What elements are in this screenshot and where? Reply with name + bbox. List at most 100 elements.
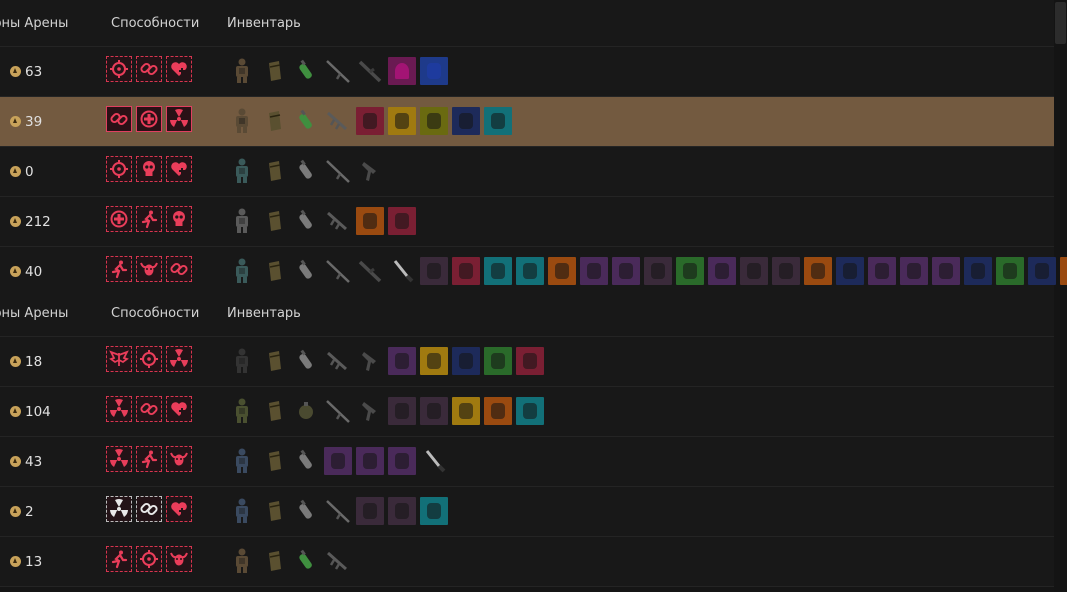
knife-icon[interactable] xyxy=(420,447,448,475)
crosshair-icon[interactable] xyxy=(106,156,132,182)
item-green-icon[interactable] xyxy=(996,257,1024,285)
item-dark-icon[interactable] xyxy=(740,257,768,285)
rifle-icon[interactable] xyxy=(324,497,352,525)
pouch-icon[interactable] xyxy=(260,57,288,85)
item-navy-icon[interactable] xyxy=(452,347,480,375)
smg-icon[interactable] xyxy=(324,107,352,135)
skull-icon[interactable] xyxy=(166,206,192,232)
player-row[interactable]: 212 xyxy=(0,197,1054,247)
item-purple-icon[interactable] xyxy=(868,257,896,285)
rifle-icon[interactable] xyxy=(324,397,352,425)
chain-icon[interactable] xyxy=(106,106,132,132)
item-navy-icon[interactable] xyxy=(452,107,480,135)
item-dark-icon[interactable] xyxy=(356,497,384,525)
armor-teal-icon[interactable] xyxy=(228,157,256,185)
rifle-icon[interactable] xyxy=(324,57,352,85)
grenade-gray-icon[interactable] xyxy=(292,257,320,285)
player-row[interactable]: 104 xyxy=(0,387,1054,437)
item-purple-icon[interactable] xyxy=(388,347,416,375)
player-row[interactable]: 13 xyxy=(0,537,1054,587)
item-magenta-icon[interactable] xyxy=(388,57,416,85)
heart-plus-icon[interactable] xyxy=(166,496,192,522)
item-red-icon[interactable] xyxy=(388,207,416,235)
smg-icon[interactable] xyxy=(324,207,352,235)
pouch-icon[interactable] xyxy=(260,447,288,475)
item-red-icon[interactable] xyxy=(452,257,480,285)
scrollbar[interactable] xyxy=(1054,0,1067,592)
pistol-icon[interactable] xyxy=(356,347,384,375)
player-row[interactable]: 18 xyxy=(0,337,1054,387)
player-row[interactable]: 2 xyxy=(0,487,1054,537)
medkit-icon[interactable] xyxy=(106,206,132,232)
header-tokens[interactable]: тоны Арены xyxy=(0,16,68,31)
item-purple-icon[interactable] xyxy=(580,257,608,285)
item-navy-icon[interactable] xyxy=(1028,257,1056,285)
heart-plus-icon[interactable] xyxy=(166,396,192,422)
bull-icon[interactable] xyxy=(166,546,192,572)
grenade-gray-icon[interactable] xyxy=(292,347,320,375)
armor-navy-icon[interactable] xyxy=(228,497,256,525)
pouch-icon[interactable] xyxy=(260,347,288,375)
pouch-icon[interactable] xyxy=(260,157,288,185)
item-orange-icon[interactable] xyxy=(548,257,576,285)
crosshair-icon[interactable] xyxy=(136,346,162,372)
shotgun-icon[interactable] xyxy=(356,257,384,285)
rifle-icon[interactable] xyxy=(324,257,352,285)
item-dark-icon[interactable] xyxy=(420,397,448,425)
heart-plus-icon[interactable] xyxy=(166,56,192,82)
pistol-icon[interactable] xyxy=(356,397,384,425)
runner-icon[interactable] xyxy=(106,256,132,282)
radiation-icon[interactable] xyxy=(106,396,132,422)
player-row[interactable]: 63 xyxy=(0,47,1054,97)
header-tokens[interactable]: тоны Арены xyxy=(0,306,68,321)
item-orange-icon[interactable] xyxy=(484,397,512,425)
item-teal-icon[interactable] xyxy=(516,257,544,285)
armor-brown-icon[interactable] xyxy=(228,547,256,575)
bull-icon[interactable] xyxy=(136,256,162,282)
item-orange-icon[interactable] xyxy=(356,207,384,235)
item-navy-icon[interactable] xyxy=(964,257,992,285)
smg-icon[interactable] xyxy=(324,347,352,375)
item-green-icon[interactable] xyxy=(676,257,704,285)
header-inventory[interactable]: Инвентарь xyxy=(227,16,301,31)
shotgun-icon[interactable] xyxy=(356,57,384,85)
item-purple-icon[interactable] xyxy=(388,447,416,475)
pouch-icon[interactable] xyxy=(260,257,288,285)
armor-brown-icon[interactable] xyxy=(228,107,256,135)
item-purple-icon[interactable] xyxy=(932,257,960,285)
item-purple-icon[interactable] xyxy=(900,257,928,285)
chain-icon[interactable] xyxy=(136,396,162,422)
player-row[interactable]: 39 xyxy=(0,97,1054,147)
item-blue-icon[interactable] xyxy=(420,57,448,85)
grenade-gray-icon[interactable] xyxy=(292,497,320,525)
radiation-icon[interactable] xyxy=(106,446,132,472)
item-orange-icon[interactable] xyxy=(1060,257,1067,285)
item-yellow-icon[interactable] xyxy=(420,347,448,375)
pouch-icon[interactable] xyxy=(260,547,288,575)
armor-teal-icon[interactable] xyxy=(228,257,256,285)
pouch-icon[interactable] xyxy=(260,497,288,525)
smg-icon[interactable] xyxy=(324,547,352,575)
item-purple-icon[interactable] xyxy=(612,257,640,285)
scrollbar-thumb[interactable] xyxy=(1055,2,1066,44)
item-teal-icon[interactable] xyxy=(484,257,512,285)
armor-gray-icon[interactable] xyxy=(228,207,256,235)
armor-dark-icon[interactable] xyxy=(228,347,256,375)
item-yellow-icon[interactable] xyxy=(452,397,480,425)
item-olive-icon[interactable] xyxy=(420,107,448,135)
item-teal-icon[interactable] xyxy=(516,397,544,425)
grenade-green-icon[interactable] xyxy=(292,57,320,85)
player-row[interactable]: 0 xyxy=(0,147,1054,197)
grenade-green-icon[interactable] xyxy=(292,547,320,575)
rifle-icon[interactable] xyxy=(324,157,352,185)
header-abilities[interactable]: Способности xyxy=(111,306,199,321)
chain-icon[interactable] xyxy=(136,56,162,82)
radiation-icon[interactable] xyxy=(166,106,192,132)
knife-icon[interactable] xyxy=(388,257,416,285)
grenade-gray-icon[interactable] xyxy=(292,447,320,475)
item-orange-icon[interactable] xyxy=(804,257,832,285)
item-teal-icon[interactable] xyxy=(420,497,448,525)
radiation-icon[interactable] xyxy=(166,346,192,372)
crosshair-icon[interactable] xyxy=(106,56,132,82)
radiation-icon[interactable] xyxy=(106,496,132,522)
